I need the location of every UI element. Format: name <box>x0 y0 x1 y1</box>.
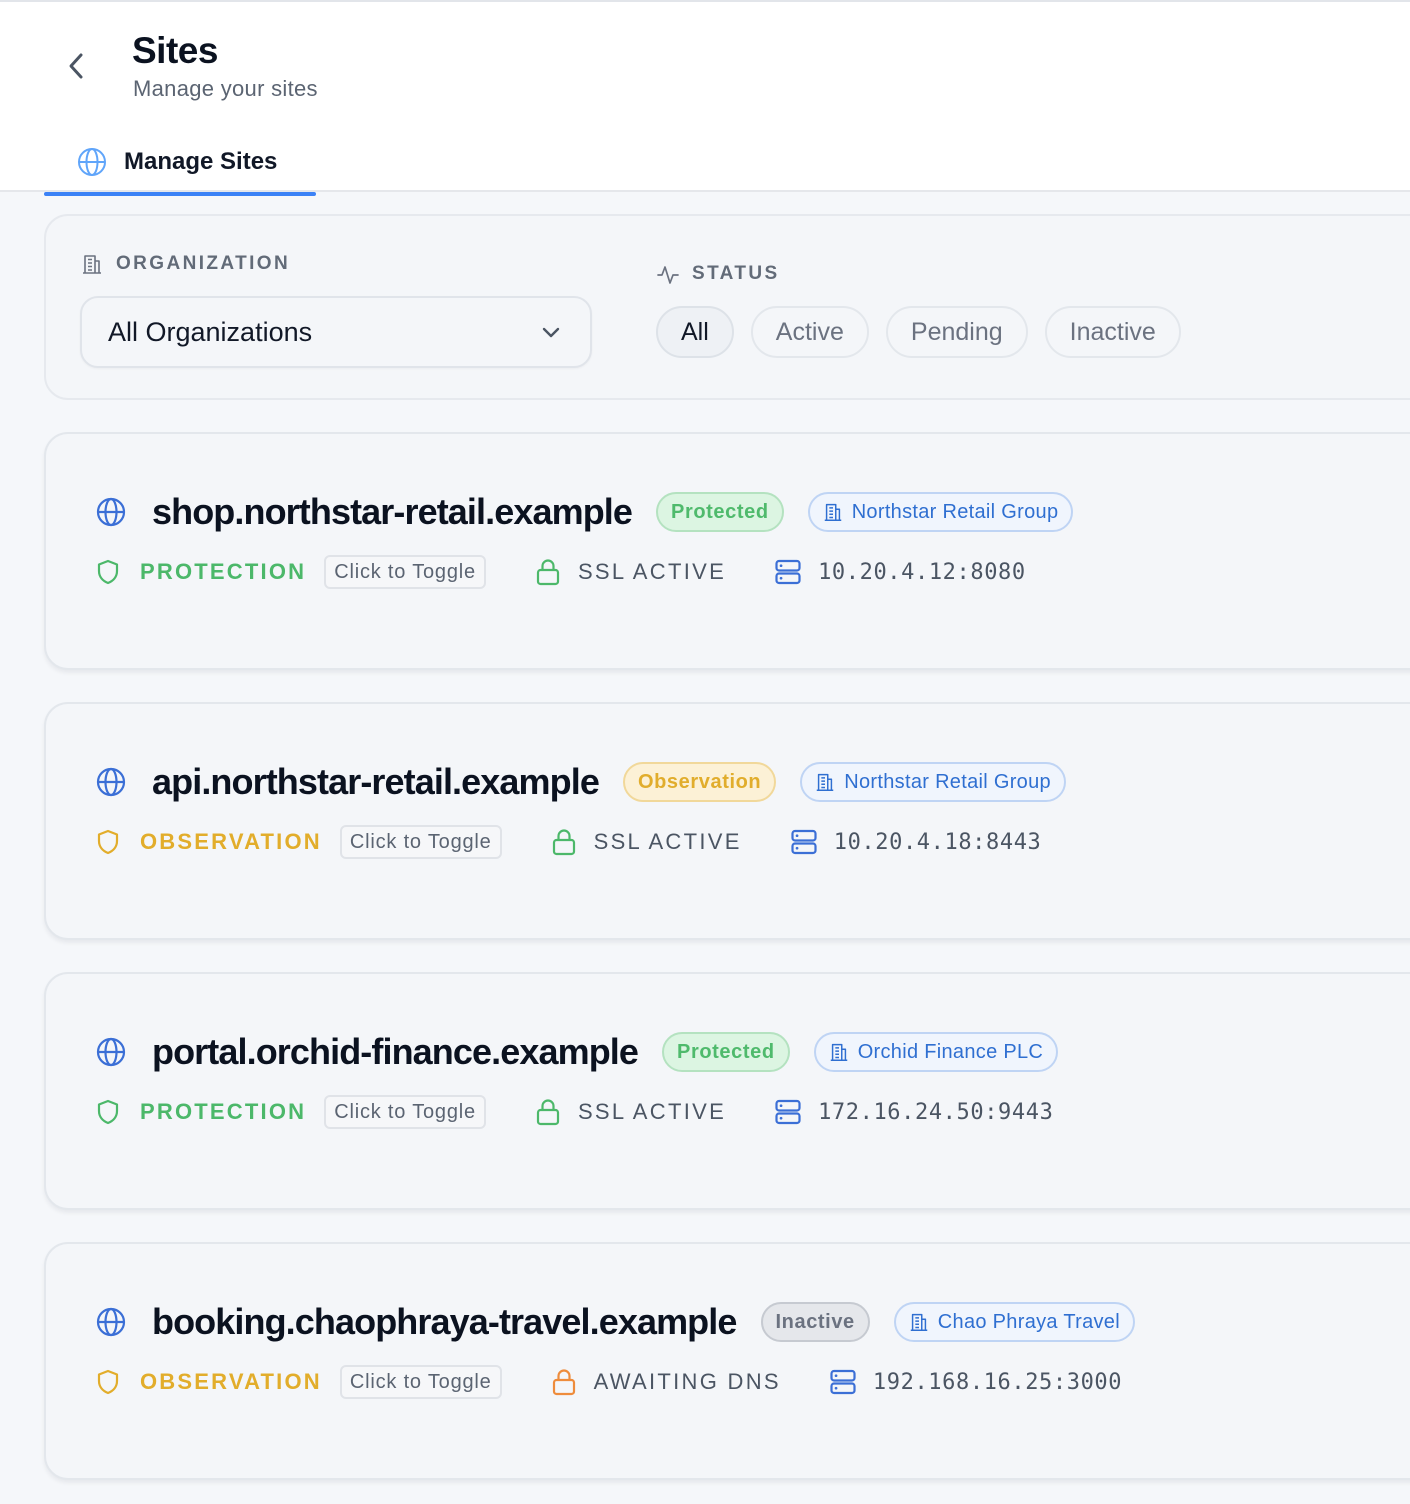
organization-badge-label: Chao Phraya Travel <box>937 1310 1120 1333</box>
organization-badge[interactable]: Orchid Finance PLC <box>813 1032 1059 1072</box>
organization-filter-label: ORGANIZATION <box>80 252 290 276</box>
lock-icon <box>552 1369 575 1396</box>
status-badge: Inactive <box>760 1302 870 1342</box>
filter-panel: ORGANIZATION All Organizations STATUS Al… <box>44 214 1410 400</box>
building-icon <box>830 1043 847 1061</box>
status-pill-all[interactable]: All <box>656 306 734 358</box>
organization-select-value: All Organizations <box>108 316 313 347</box>
toggle-mode-button[interactable]: Click to Toggle <box>339 825 502 859</box>
toggle-mode-button[interactable]: Click to Toggle <box>324 555 486 589</box>
organization-badge[interactable]: Northstar Retail Group <box>800 762 1066 802</box>
ssl-status: AWAITING DNS <box>593 1369 781 1394</box>
server-icon <box>775 1099 801 1125</box>
tab-active-indicator <box>44 192 316 196</box>
globe-icon <box>96 1037 126 1067</box>
tab-label: Manage Sites <box>124 148 278 175</box>
site-card[interactable]: portal.orchid-finance.example Protected … <box>44 972 1410 1210</box>
backend-address: 172.16.24.50:9443 <box>818 1099 1054 1125</box>
building-icon <box>817 773 834 791</box>
organization-label-text: ORGANIZATION <box>116 253 291 274</box>
lock-icon <box>552 829 575 856</box>
shield-icon <box>97 559 119 585</box>
lock-icon <box>536 559 560 586</box>
status-badge: Protected <box>656 492 784 532</box>
status-pill-pending[interactable]: Pending <box>885 306 1028 358</box>
organization-badge[interactable]: Chao Phraya Travel <box>893 1302 1135 1342</box>
back-button[interactable] <box>60 48 92 84</box>
globe-icon <box>96 767 126 797</box>
building-icon <box>910 1313 928 1331</box>
organization-badge-label: Northstar Retail Group <box>851 500 1059 523</box>
protection-mode-label: PROTECTION <box>140 559 307 584</box>
site-domain[interactable]: booking.chaophraya-travel.example <box>152 1301 737 1343</box>
ssl-status: SSL ACTIVE <box>577 559 727 584</box>
server-icon <box>830 1369 856 1395</box>
shield-icon <box>97 829 119 855</box>
ssl-status: SSL ACTIVE <box>593 829 742 854</box>
tab-manage-sites[interactable]: Manage Sites <box>44 130 316 196</box>
page-title: Sites <box>132 30 218 71</box>
chevron-left-icon <box>69 53 83 79</box>
protection-mode-label: PROTECTION <box>140 1099 307 1124</box>
site-card[interactable]: api.northstar-retail.example Observation… <box>44 702 1410 940</box>
backend-address: 192.168.16.25:3000 <box>872 1369 1123 1395</box>
toggle-mode-button[interactable]: Click to Toggle <box>339 1365 502 1399</box>
toggle-mode-button[interactable]: Click to Toggle <box>324 1095 486 1129</box>
observation-mode-label: OBSERVATION <box>140 1369 322 1394</box>
shield-icon <box>97 1369 119 1395</box>
organization-badge[interactable]: Northstar Retail Group <box>807 492 1074 532</box>
backend-address: 10.20.4.12:8080 <box>818 559 1026 585</box>
site-card[interactable]: shop.northstar-retail.example Protected … <box>44 432 1410 670</box>
globe-icon <box>78 148 106 176</box>
server-icon <box>791 829 817 855</box>
site-domain[interactable]: api.northstar-retail.example <box>152 761 600 803</box>
site-domain[interactable]: shop.northstar-retail.example <box>152 491 633 533</box>
status-pill-active[interactable]: Active <box>750 306 869 358</box>
lock-icon <box>536 1099 560 1126</box>
page-header: Sites Manage your sites Manage Sites <box>0 2 1410 196</box>
globe-icon <box>96 497 126 527</box>
building-icon <box>824 503 841 521</box>
page-subtitle: Manage your sites <box>133 76 318 101</box>
status-label-text: STATUS <box>692 263 780 284</box>
shield-icon <box>97 1099 119 1125</box>
observation-mode-label: OBSERVATION <box>140 829 322 854</box>
ssl-status: SSL ACTIVE <box>577 1099 727 1124</box>
organization-badge-label: Northstar Retail Group <box>844 770 1051 793</box>
status-pill-inactive[interactable]: Inactive <box>1044 306 1181 358</box>
building-icon <box>83 255 101 274</box>
status-badge: Observation <box>622 762 777 802</box>
server-icon <box>775 559 801 585</box>
status-filter-label: STATUS <box>656 262 780 286</box>
activity-icon <box>657 266 679 284</box>
site-domain[interactable]: portal.orchid-finance.example <box>152 1031 639 1073</box>
status-filter-pills: All Active Pending Inactive <box>656 306 1181 358</box>
status-badge: Protected <box>662 1032 790 1072</box>
backend-address: 10.20.4.18:8443 <box>833 829 1042 855</box>
organization-badge-label: Orchid Finance PLC <box>857 1040 1044 1063</box>
globe-icon <box>96 1307 126 1337</box>
chevron-down-icon <box>542 327 560 338</box>
site-card[interactable]: booking.chaophraya-travel.example Inacti… <box>44 1242 1410 1480</box>
organization-select[interactable]: All Organizations <box>80 296 592 368</box>
